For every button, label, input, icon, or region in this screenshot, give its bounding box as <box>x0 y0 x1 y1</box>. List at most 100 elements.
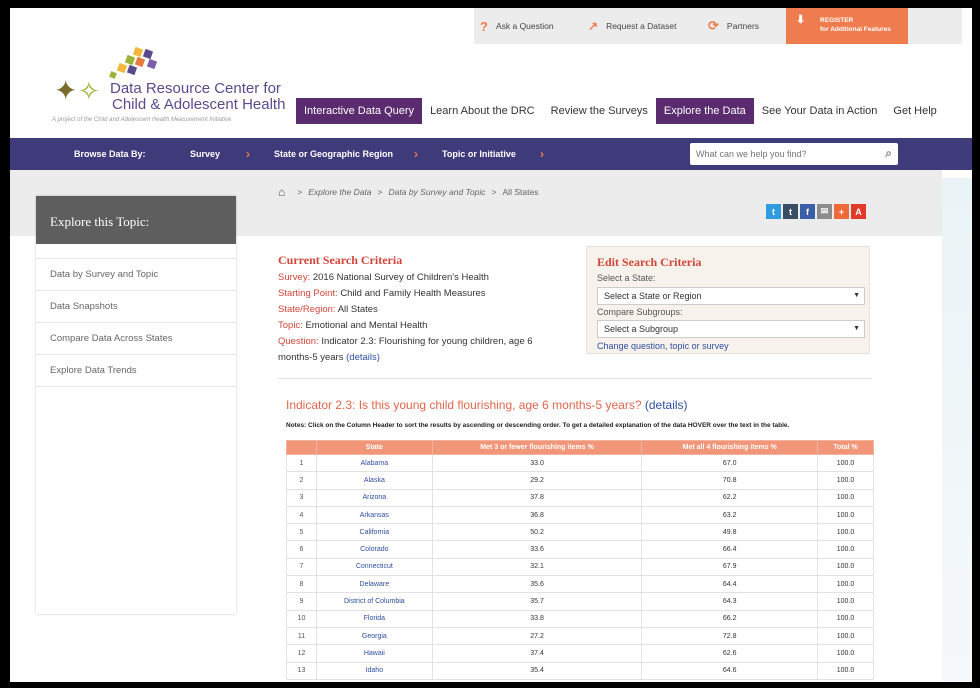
row-state[interactable]: Hawaii <box>315 644 433 663</box>
row-rank: 13 <box>286 661 317 680</box>
question-icon: ? <box>480 18 488 34</box>
logo-child-figure-icon: ✧ <box>78 76 100 106</box>
row-met-all-4: 67.0 <box>641 453 819 473</box>
row-met-3-or-fewer: 29.2 <box>431 471 643 490</box>
nav-see-your-data[interactable]: See Your Data in Action <box>754 98 886 124</box>
row-total: 100.0 <box>817 626 874 646</box>
register-subtitle: for Additional Features <box>820 26 891 33</box>
change-question-link[interactable]: Change question, topic or survey <box>597 341 729 351</box>
row-met-3-or-fewer: 37.8 <box>431 488 643 507</box>
row-met-all-4: 62.2 <box>641 488 819 507</box>
email-icon[interactable]: ✉ <box>817 204 832 219</box>
col-header-met-3-or-fewer[interactable]: Met 3 or fewer flourishing items % <box>431 440 643 455</box>
tumblr-icon[interactable]: t <box>783 204 798 219</box>
row-rank: 1 <box>286 453 317 473</box>
row-total: 100.0 <box>817 575 874 594</box>
row-state[interactable]: Delaware <box>315 575 433 594</box>
site-search: ⌕ <box>690 143 898 165</box>
row-state[interactable]: Georgia <box>315 626 433 646</box>
browse-state[interactable]: State or Geographic Region <box>274 138 393 170</box>
table-row: 4 Arkansas 36.8 63.2 100.0 <box>286 505 874 525</box>
sidebar-item-data-snapshots[interactable]: Data Snapshots <box>36 291 236 323</box>
row-met-3-or-fewer: 35.7 <box>431 592 643 611</box>
sidebar-item-data-by-survey[interactable]: Data by Survey and Topic <box>36 259 236 291</box>
sidebar-item-compare-states[interactable]: Compare Data Across States <box>36 323 236 355</box>
col-header-met-all-4[interactable]: Met all 4 flourishing items % <box>641 440 819 455</box>
row-state[interactable]: Connecticut <box>315 557 433 577</box>
search-icon[interactable]: ⌕ <box>885 146 892 161</box>
row-total: 100.0 <box>817 471 874 490</box>
divider <box>278 378 872 379</box>
breadcrumb-by-survey[interactable]: Data by Survey and Topic <box>389 187 486 197</box>
register-button[interactable]: ⬇ REGISTER for Additional Features <box>786 8 908 44</box>
logo-adult-figure-icon: ✦ <box>54 75 78 106</box>
download-icon: ⬇ <box>796 14 806 26</box>
nav-learn-about-drc[interactable]: Learn About the DRC <box>422 98 543 124</box>
results-table: State Met 3 or fewer flourishing items %… <box>286 440 874 680</box>
row-met-all-4: 66.2 <box>641 609 819 628</box>
search-input[interactable] <box>696 146 866 162</box>
logo-title-line2: Child & Adolescent Health <box>112 96 286 113</box>
nav-get-help[interactable]: Get Help <box>885 98 944 124</box>
indicator-details-link[interactable]: (details) <box>645 398 688 412</box>
facebook-icon[interactable]: f <box>800 204 815 219</box>
chevron-right-icon: › <box>246 147 250 161</box>
row-met-all-4: 62.6 <box>641 644 819 663</box>
browse-label: Browse Data By: <box>74 149 146 159</box>
row-met-all-4: 64.4 <box>641 575 819 594</box>
table-row: 2 Alaska 29.2 70.8 100.0 <box>286 471 874 490</box>
row-total: 100.0 <box>817 661 874 680</box>
row-state[interactable]: Arizona <box>315 488 433 507</box>
subgroup-select-label: Compare Subgroups: <box>597 307 683 317</box>
share-buttons: t t f ✉ + A <box>766 204 868 219</box>
nav-interactive-data-query[interactable]: Interactive Data Query <box>296 98 423 124</box>
row-met-3-or-fewer: 32.1 <box>431 557 643 577</box>
home-icon[interactable]: ⌂ <box>278 185 285 199</box>
col-header-rank[interactable] <box>286 440 317 455</box>
table-row: 1 Alabama 33.0 67.0 100.0 <box>286 453 874 473</box>
row-rank: 7 <box>286 557 317 577</box>
subgroup-select[interactable]: Select a Subgroup ▼ <box>597 320 865 338</box>
chevron-right-icon: › <box>414 147 418 161</box>
table-row: 7 Connecticut 32.1 67.9 100.0 <box>286 557 874 577</box>
row-met-all-4: 66.4 <box>641 540 819 559</box>
row-met-all-4: 70.8 <box>641 471 819 490</box>
page-edge-decoration <box>942 178 972 682</box>
nav-review-surveys[interactable]: Review the Surveys <box>543 98 656 124</box>
row-total: 100.0 <box>817 453 874 473</box>
criteria-starting-point: Child and Family Health Measures <box>340 288 486 299</box>
nav-explore-data[interactable]: Explore the Data <box>655 98 754 124</box>
drc-logo[interactable]: ✦ ✧ Data Resource Center for Child & Ado… <box>52 46 292 126</box>
row-met-3-or-fewer: 36.8 <box>431 505 643 525</box>
criteria-details-link[interactable]: (details) <box>346 352 380 363</box>
partners-link[interactable]: ⟳ Partners <box>708 8 759 44</box>
row-total: 100.0 <box>817 505 874 525</box>
row-state[interactable]: District of Columbia <box>315 592 433 611</box>
state-select[interactable]: Select a State or Region ▼ <box>597 287 865 305</box>
row-state[interactable]: Alaska <box>315 471 433 490</box>
sidebar-item-data-trends[interactable]: Explore Data Trends <box>36 355 236 387</box>
row-state[interactable]: Florida <box>315 609 433 628</box>
plus-share-icon[interactable]: + <box>834 204 849 219</box>
breadcrumb-explore[interactable]: Explore the Data <box>308 187 371 197</box>
row-rank: 6 <box>286 540 317 559</box>
table-row: 10 Florida 33.8 66.2 100.0 <box>286 609 874 628</box>
row-met-all-4: 67.9 <box>641 557 819 577</box>
row-state[interactable]: California <box>315 523 433 542</box>
pdf-icon[interactable]: A <box>851 204 866 219</box>
ask-question-link[interactable]: ? Ask a Question <box>480 8 554 44</box>
browse-survey[interactable]: Survey <box>190 138 220 170</box>
table-row: 6 Colorado 33.6 66.4 100.0 <box>286 540 874 559</box>
col-header-state[interactable]: State <box>315 440 433 455</box>
twitter-icon[interactable]: t <box>766 204 781 219</box>
row-rank: 11 <box>286 626 317 646</box>
row-met-all-4: 64.3 <box>641 592 819 611</box>
request-dataset-link[interactable]: ↗ Request a Dataset <box>588 8 676 44</box>
col-header-total[interactable]: Total % <box>817 440 874 455</box>
row-state[interactable]: Colorado <box>315 540 433 559</box>
browse-topic[interactable]: Topic or Initiative <box>442 138 516 170</box>
row-state[interactable]: Idaho <box>315 661 433 680</box>
row-state[interactable]: Arkansas <box>315 505 433 525</box>
row-state[interactable]: Alabama <box>315 453 433 473</box>
browse-bar: Browse Data By: Survey › State or Geogra… <box>10 138 972 170</box>
